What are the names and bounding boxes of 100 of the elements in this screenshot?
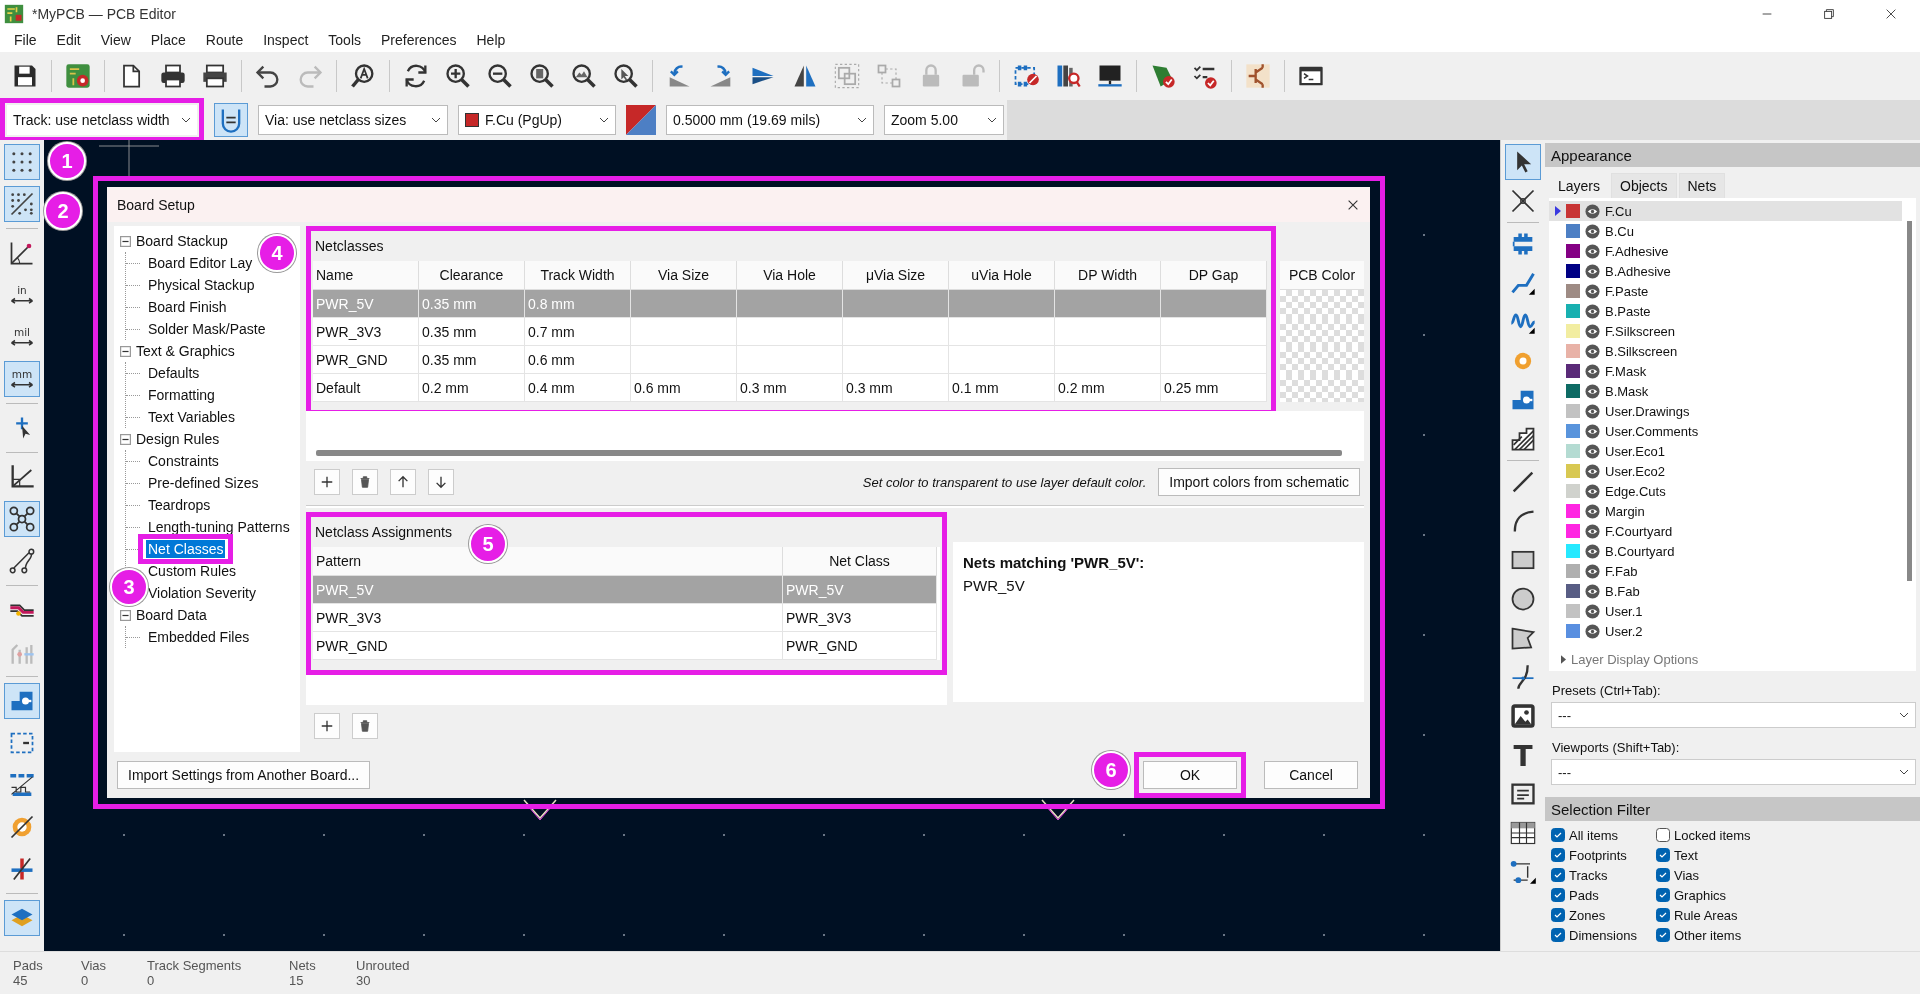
table-cell[interactable] <box>843 290 949 318</box>
table-cell[interactable]: 0.3 mm <box>843 374 949 402</box>
checkbox[interactable] <box>1551 928 1565 942</box>
color-swatch[interactable] <box>1566 524 1580 538</box>
layer-row[interactable]: B.Adhesive <box>1549 261 1902 281</box>
table-cell[interactable] <box>1161 290 1267 318</box>
color-swatch[interactable] <box>1566 504 1580 518</box>
tree-item[interactable]: Text Variables <box>146 408 237 426</box>
ok-button[interactable]: OK <box>1143 761 1237 789</box>
color-swatch[interactable] <box>1566 284 1580 298</box>
tree-item[interactable]: Text & Graphics <box>134 342 237 360</box>
layer-name[interactable]: User.2 <box>1605 623 1643 639</box>
tree-item[interactable]: Length-tuning Patterns <box>146 518 292 536</box>
add-icon[interactable] <box>314 469 340 495</box>
checkbox[interactable] <box>1551 908 1565 922</box>
table-cell[interactable]: PWR_3V3 <box>783 604 937 632</box>
presets-dropdown[interactable]: --- <box>1551 702 1916 728</box>
eye-icon[interactable] <box>1585 523 1600 539</box>
table-cell[interactable]: Default <box>313 374 419 402</box>
eye-icon[interactable] <box>1585 623 1600 639</box>
color-swatch[interactable] <box>1566 604 1580 618</box>
color-swatch[interactable] <box>1566 224 1580 238</box>
table-cell[interactable] <box>949 318 1055 346</box>
eye-icon[interactable] <box>1585 363 1600 379</box>
layer-name[interactable]: F.Silkscreen <box>1605 323 1676 339</box>
layer-row[interactable]: B.Silkscreen <box>1549 341 1902 361</box>
tree-item[interactable]: Constraints <box>146 452 221 470</box>
tree-item[interactable]: Physical Stackup <box>146 276 257 294</box>
viewports-dropdown[interactable]: --- <box>1551 759 1916 785</box>
table-cell[interactable] <box>949 290 1055 318</box>
layer-name[interactable]: F.Adhesive <box>1605 243 1669 259</box>
table-cell[interactable]: 0.35 mm <box>419 318 525 346</box>
tree-item[interactable]: Board Finish <box>146 298 229 316</box>
menu-item[interactable]: Help <box>466 32 516 48</box>
menu-item[interactable]: Tools <box>318 32 371 48</box>
checkbox-label[interactable]: Rule Areas <box>1674 907 1738 923</box>
table-cell[interactable]: PWR_GND <box>313 632 783 660</box>
eye-icon[interactable] <box>1585 323 1600 339</box>
table-cell[interactable]: 0.1 mm <box>949 374 1055 402</box>
eye-icon[interactable] <box>1585 343 1600 359</box>
table-cell[interactable]: 0.2 mm <box>1055 374 1161 402</box>
checkbox[interactable] <box>1551 888 1565 902</box>
color-swatch[interactable] <box>1566 204 1580 218</box>
layer-name[interactable]: B.Cu <box>1605 223 1634 239</box>
board-canvas[interactable] <box>44 140 1500 951</box>
tree-item[interactable]: Custom Rules <box>146 562 238 580</box>
checkbox[interactable] <box>1551 868 1565 882</box>
layer-row[interactable]: B.Cu <box>1549 221 1902 241</box>
eye-icon[interactable] <box>1585 203 1600 219</box>
zoom-dropdown[interactable]: Zoom 5.00 <box>884 105 1004 135</box>
table-cell[interactable]: 0.6 mm <box>525 346 631 374</box>
table-cell[interactable] <box>737 318 843 346</box>
color-swatch[interactable] <box>1566 624 1580 638</box>
layer-row[interactable]: F.Courtyard <box>1549 521 1902 541</box>
tree-item[interactable]: Solder Mask/Paste <box>146 320 268 338</box>
eye-icon[interactable] <box>1585 483 1600 499</box>
layer-row[interactable]: F.Mask <box>1549 361 1902 381</box>
layer-name[interactable]: B.Mask <box>1605 383 1649 399</box>
table-cell[interactable] <box>631 346 737 374</box>
layer-row[interactable]: F.Cu <box>1549 201 1902 221</box>
layer-row[interactable]: User.Eco1 <box>1549 441 1902 461</box>
layer-name[interactable]: Edge.Cuts <box>1605 483 1666 499</box>
color-swatch[interactable] <box>1566 404 1580 418</box>
table-cell[interactable] <box>1161 318 1267 346</box>
eye-icon[interactable] <box>1585 463 1600 479</box>
table-cell[interactable] <box>1055 290 1161 318</box>
table-cell[interactable] <box>1055 318 1161 346</box>
grid-dropdown[interactable]: 0.5000 mm (19.69 mils) <box>666 105 874 135</box>
layer-row[interactable]: B.Mask <box>1549 381 1902 401</box>
table-cell[interactable] <box>737 346 843 374</box>
tree-item[interactable]: Board Stackup <box>134 232 230 250</box>
color-swatch[interactable] <box>1566 444 1580 458</box>
table-cell[interactable]: PWR_3V3 <box>313 318 419 346</box>
tree-item[interactable]: Violation Severity <box>146 584 258 602</box>
layer-row[interactable]: User.1 <box>1549 601 1902 621</box>
checkbox-label[interactable]: All items <box>1569 827 1619 843</box>
tab[interactable]: Objects <box>1611 173 1677 198</box>
eye-icon[interactable] <box>1585 283 1600 299</box>
table-cell[interactable]: 0.3 mm <box>737 374 843 402</box>
tree-item[interactable]: Formatting <box>146 386 217 404</box>
collapse-icon[interactable] <box>120 235 131 247</box>
table-cell[interactable]: 0.7 mm <box>525 318 631 346</box>
eye-icon[interactable] <box>1585 563 1600 579</box>
tree-item[interactable]: Teardrops <box>146 496 213 514</box>
table-cell[interactable]: 0.35 mm <box>419 346 525 374</box>
layer-row[interactable]: F.Adhesive <box>1549 241 1902 261</box>
layer-name[interactable]: User.Eco1 <box>1605 443 1665 459</box>
layer-row[interactable]: B.Paste <box>1549 301 1902 321</box>
tree-item[interactable]: Defaults <box>146 364 202 382</box>
color-swatch[interactable] <box>1566 584 1580 598</box>
tree-item[interactable]: Net Classes <box>146 540 226 558</box>
color-swatch[interactable] <box>1566 324 1580 338</box>
dot-grid-icon[interactable] <box>4 144 40 180</box>
layer-row[interactable]: B.Fab <box>1549 581 1902 601</box>
checkbox-label[interactable]: Zones <box>1569 907 1606 923</box>
layer-name[interactable]: B.Silkscreen <box>1605 343 1678 359</box>
collapse-icon[interactable] <box>120 345 131 357</box>
pad-shape-icon[interactable] <box>4 683 40 719</box>
tree-item[interactable]: Board Data <box>134 606 209 624</box>
color-swatch[interactable] <box>1280 290 1364 318</box>
